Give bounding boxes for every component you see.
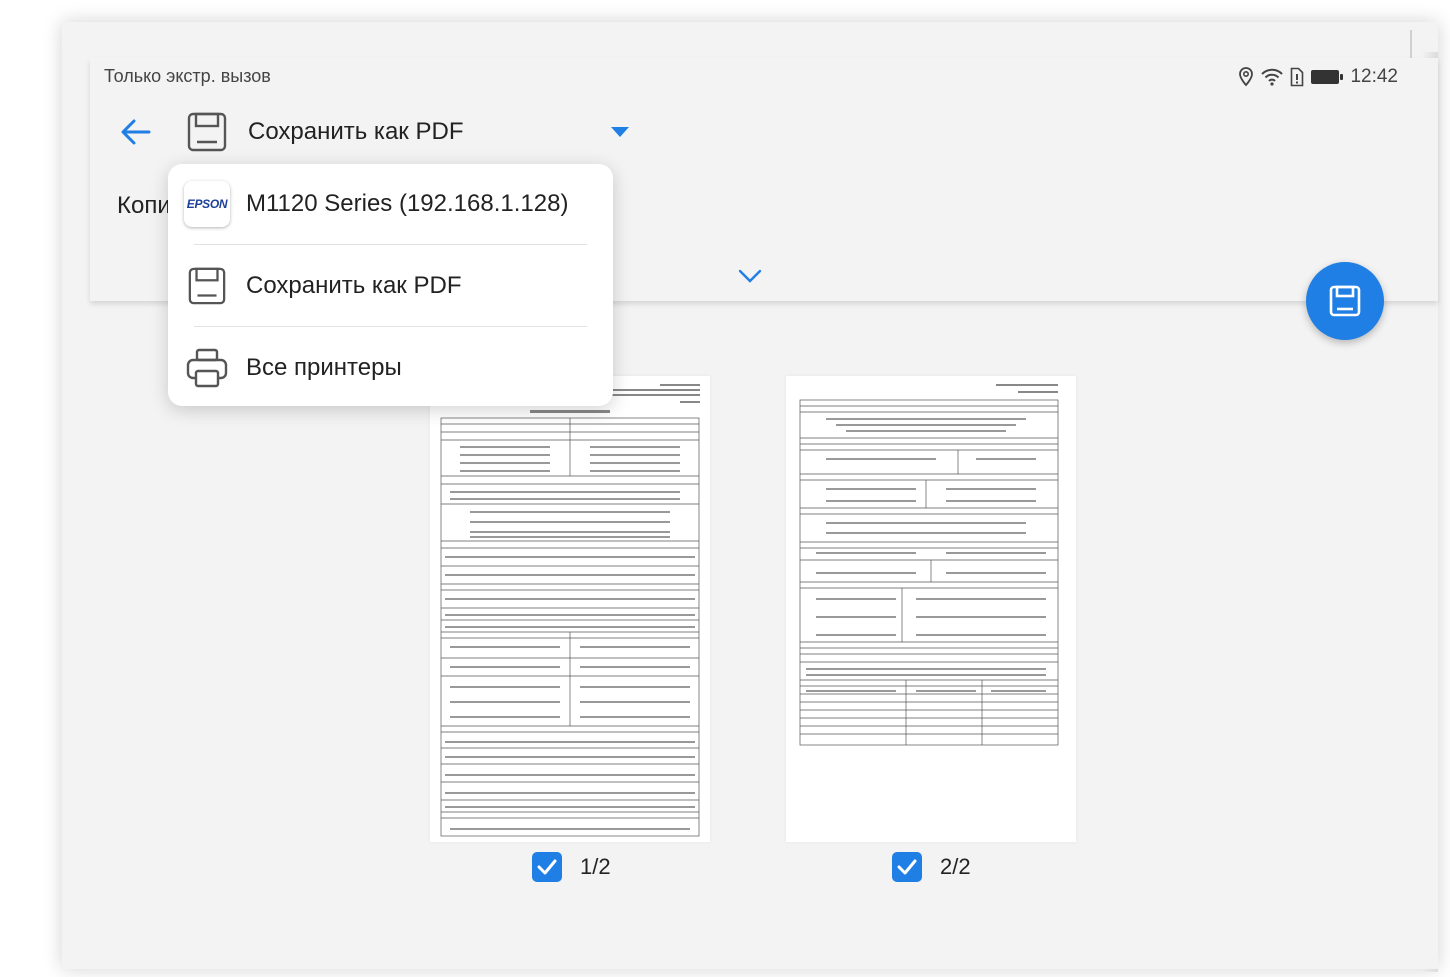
printer-icon bbox=[184, 345, 230, 391]
menu-divider bbox=[194, 326, 587, 327]
page-2-checkbox[interactable] bbox=[892, 852, 922, 882]
menu-item-save-pdf[interactable]: Сохранить как PDF bbox=[168, 250, 613, 322]
save-pdf-icon bbox=[184, 263, 230, 309]
page-2-label: 2/2 bbox=[940, 854, 971, 879]
document-preview-2 bbox=[799, 384, 1059, 746]
printer-dropdown-menu: EPSON M1120 Series (192.168.1.128) Сохра… bbox=[168, 164, 613, 406]
check-icon bbox=[897, 859, 917, 875]
epson-logo: EPSON bbox=[184, 181, 230, 227]
document-preview-1 bbox=[440, 384, 700, 837]
check-icon bbox=[537, 859, 557, 875]
page-1-label: 1/2 bbox=[580, 854, 611, 879]
status-icons: 12:42 bbox=[1238, 66, 1398, 88]
chevron-down-icon bbox=[738, 269, 762, 283]
menu-item-label: M1120 Series (192.168.1.128) bbox=[246, 190, 569, 217]
status-time: 12:42 bbox=[1350, 66, 1398, 87]
save-pdf-icon bbox=[187, 112, 227, 152]
caret-down-icon bbox=[611, 127, 629, 137]
save-fab-button[interactable] bbox=[1306, 262, 1384, 340]
page-thumbnail-2[interactable] bbox=[786, 376, 1076, 842]
page-thumbnail-1[interactable] bbox=[430, 376, 710, 842]
menu-divider bbox=[194, 244, 587, 245]
sim-icon bbox=[1290, 67, 1304, 87]
expand-options-button[interactable] bbox=[738, 268, 762, 289]
location-icon bbox=[1238, 67, 1254, 87]
menu-item-epson-printer[interactable]: EPSON M1120 Series (192.168.1.128) bbox=[168, 168, 613, 240]
selected-printer-label: Сохранить как PDF bbox=[248, 118, 464, 145]
printer-selector[interactable]: Сохранить как PDF bbox=[186, 108, 636, 156]
save-icon bbox=[1329, 285, 1361, 317]
status-carrier-text: Только экстр. вызов bbox=[104, 66, 271, 86]
wifi-icon bbox=[1260, 67, 1284, 87]
back-button[interactable] bbox=[116, 112, 156, 152]
page-select-1: 1/2 bbox=[532, 852, 611, 882]
page-1-checkbox[interactable] bbox=[532, 852, 562, 882]
copies-label: Копи bbox=[117, 192, 171, 219]
epson-logo-icon: EPSON bbox=[184, 181, 230, 227]
back-arrow-icon bbox=[121, 119, 151, 145]
menu-item-all-printers[interactable]: Все принтеры bbox=[168, 332, 613, 404]
menu-item-label: Все принтеры bbox=[246, 354, 402, 381]
page-select-2: 2/2 bbox=[892, 852, 971, 882]
battery-icon bbox=[1310, 68, 1344, 86]
menu-item-label: Сохранить как PDF bbox=[246, 272, 462, 299]
